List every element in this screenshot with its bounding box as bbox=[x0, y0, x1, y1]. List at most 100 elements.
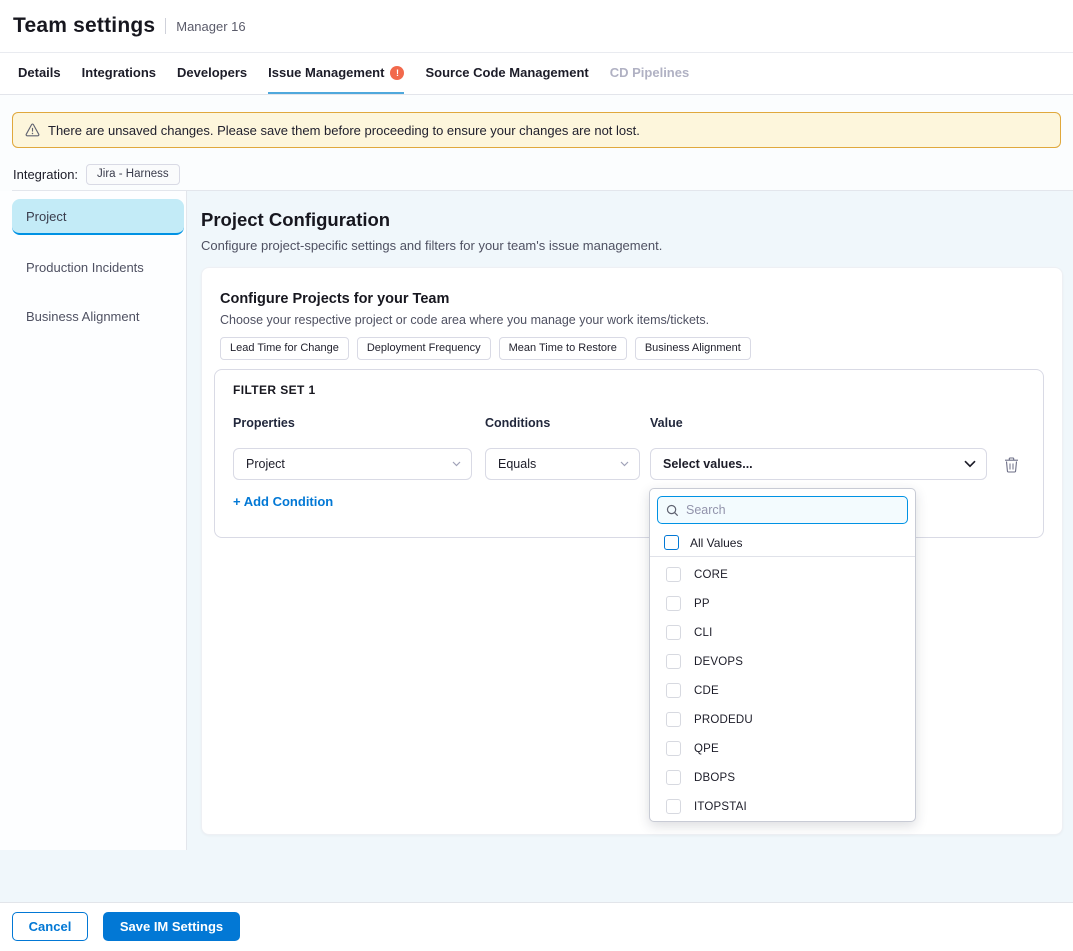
banner-text: There are unsaved changes. Please save t… bbox=[48, 123, 640, 138]
conditions-select[interactable]: Equals bbox=[485, 448, 640, 480]
dropdown-option-row[interactable]: DBOPS bbox=[650, 763, 915, 792]
option-checkbox[interactable] bbox=[666, 654, 681, 669]
dropdown-option-label: QPE bbox=[694, 743, 719, 755]
tab-label: CD Pipelines bbox=[610, 65, 689, 80]
conditions-column-label: Conditions bbox=[485, 416, 550, 430]
page-header: Team settings Manager 16 bbox=[0, 0, 1073, 53]
dropdown-option-row[interactable]: PRODEDU bbox=[650, 705, 915, 734]
chevron-down-icon bbox=[964, 460, 976, 468]
cancel-button[interactable]: Cancel bbox=[12, 912, 88, 941]
integration-chip[interactable]: Jira - Harness bbox=[86, 164, 180, 185]
tab-label: Integrations bbox=[82, 65, 156, 80]
chevron-down-icon bbox=[452, 461, 461, 467]
tab-bar: Details Integrations Developers Issue Ma… bbox=[0, 53, 1073, 95]
section-subtitle: Configure project-specific settings and … bbox=[201, 238, 662, 253]
dropdown-option-label: CDE bbox=[694, 685, 719, 697]
metric-chip-lead-time: Lead Time for Change bbox=[220, 337, 349, 360]
footer: Cancel Save IM Settings bbox=[0, 903, 1073, 951]
sidebar-item-label: Production Incidents bbox=[26, 260, 144, 275]
integration-row: Integration: Jira - Harness bbox=[13, 162, 180, 186]
warning-triangle-icon bbox=[25, 123, 40, 137]
trash-icon bbox=[1004, 457, 1019, 473]
team-settings-page: Team settings Manager 16 Details Integra… bbox=[0, 0, 1073, 951]
metric-chip-deployment-frequency: Deployment Frequency bbox=[357, 337, 491, 360]
sidebar-item-production-incidents[interactable]: Production Incidents bbox=[12, 251, 184, 283]
add-condition-button[interactable]: + Add Condition bbox=[233, 494, 333, 509]
configure-projects-card: Configure Projects for your Team Choose … bbox=[201, 267, 1063, 835]
page-title: Team settings bbox=[13, 14, 155, 38]
conditions-select-value: Equals bbox=[498, 457, 620, 471]
tab-label: Issue Management bbox=[268, 65, 384, 80]
dropdown-options-list: CORE PP CLI DEVOPS CDE PRODEDU QPE DBOPS… bbox=[650, 557, 915, 821]
dropdown-option-row[interactable]: CLI bbox=[650, 618, 915, 647]
option-checkbox[interactable] bbox=[666, 683, 681, 698]
option-checkbox[interactable] bbox=[666, 770, 681, 785]
search-icon bbox=[666, 504, 679, 517]
dropdown-search-input[interactable] bbox=[686, 503, 899, 517]
dropdown-option-label: CORE bbox=[694, 569, 728, 581]
option-checkbox[interactable] bbox=[666, 741, 681, 756]
select-all-label: All Values bbox=[690, 536, 742, 550]
save-im-settings-button[interactable]: Save IM Settings bbox=[103, 912, 240, 941]
tab-source-code-management[interactable]: Source Code Management bbox=[425, 53, 588, 94]
tab-label: Developers bbox=[177, 65, 247, 80]
dropdown-search-box[interactable] bbox=[657, 496, 908, 524]
properties-select[interactable]: Project bbox=[233, 448, 472, 480]
content-divider bbox=[12, 190, 1073, 191]
tab-details[interactable]: Details bbox=[18, 53, 61, 94]
dropdown-option-row[interactable]: QPE bbox=[650, 734, 915, 763]
tab-integrations[interactable]: Integrations bbox=[82, 53, 156, 94]
card-title: Configure Projects for your Team bbox=[220, 291, 449, 307]
dropdown-option-label: DBOPS bbox=[694, 772, 735, 784]
option-checkbox[interactable] bbox=[666, 799, 681, 814]
sidebar-item-label: Project bbox=[26, 209, 66, 224]
value-column-label: Value bbox=[650, 416, 683, 430]
unsaved-changes-banner: There are unsaved changes. Please save t… bbox=[12, 112, 1061, 148]
option-checkbox[interactable] bbox=[666, 567, 681, 582]
properties-select-value: Project bbox=[246, 457, 452, 471]
value-select-placeholder: Select values... bbox=[663, 457, 964, 471]
tab-label: Source Code Management bbox=[425, 65, 588, 80]
unsaved-changes-badge-icon: ! bbox=[390, 66, 404, 80]
sidebar-background bbox=[0, 191, 186, 850]
properties-column-label: Properties bbox=[233, 416, 295, 430]
value-select[interactable]: Select values... bbox=[650, 448, 987, 480]
select-all-checkbox[interactable] bbox=[664, 535, 679, 550]
dropdown-option-row[interactable]: PP bbox=[650, 589, 915, 618]
sidebar-item-label: Business Alignment bbox=[26, 309, 139, 324]
select-all-values-row[interactable]: All Values bbox=[650, 529, 915, 557]
delete-filter-button[interactable] bbox=[1001, 455, 1021, 475]
option-checkbox[interactable] bbox=[666, 712, 681, 727]
tab-developers[interactable]: Developers bbox=[177, 53, 247, 94]
metric-chip-business-alignment: Business Alignment bbox=[635, 337, 751, 360]
option-checkbox[interactable] bbox=[666, 625, 681, 640]
tab-issue-management[interactable]: Issue Management ! bbox=[268, 53, 404, 94]
dropdown-search-wrap bbox=[657, 496, 908, 524]
dropdown-option-label: DEVOPS bbox=[694, 656, 743, 668]
sidebar-divider bbox=[186, 191, 187, 850]
filter-set-title: FILTER SET 1 bbox=[233, 383, 316, 397]
dropdown-option-row[interactable]: ITOPSTAI bbox=[650, 792, 915, 821]
filter-set-card: FILTER SET 1 Properties Conditions Value… bbox=[214, 369, 1044, 538]
sidebar-item-business-alignment[interactable]: Business Alignment bbox=[12, 300, 184, 332]
section-title: Project Configuration bbox=[201, 209, 390, 231]
page-subtitle: Manager 16 bbox=[176, 19, 245, 34]
metric-chip-mean-time-to-restore: Mean Time to Restore bbox=[499, 337, 627, 360]
dropdown-option-label: CLI bbox=[694, 627, 713, 639]
tab-label: Details bbox=[18, 65, 61, 80]
title-separator bbox=[165, 18, 166, 34]
dropdown-option-row[interactable]: CDE bbox=[650, 676, 915, 705]
integration-label: Integration: bbox=[13, 167, 78, 182]
dropdown-option-label: ITOPSTAI bbox=[694, 801, 747, 813]
chevron-down-icon bbox=[620, 461, 629, 467]
dropdown-option-label: PRODEDU bbox=[694, 714, 753, 726]
sidebar-item-project[interactable]: Project bbox=[12, 199, 184, 235]
option-checkbox[interactable] bbox=[666, 596, 681, 611]
card-subtitle: Choose your respective project or code a… bbox=[220, 313, 709, 327]
metric-chip-row: Lead Time for Change Deployment Frequenc… bbox=[220, 337, 751, 360]
dropdown-option-label: PP bbox=[694, 598, 710, 610]
dropdown-option-row[interactable]: DEVOPS bbox=[650, 647, 915, 676]
tab-cd-pipelines: CD Pipelines bbox=[610, 53, 689, 94]
dropdown-option-row[interactable]: CORE bbox=[650, 560, 915, 589]
value-select-dropdown: All Values CORE PP CLI DEVOPS CDE PRODED… bbox=[649, 488, 916, 822]
